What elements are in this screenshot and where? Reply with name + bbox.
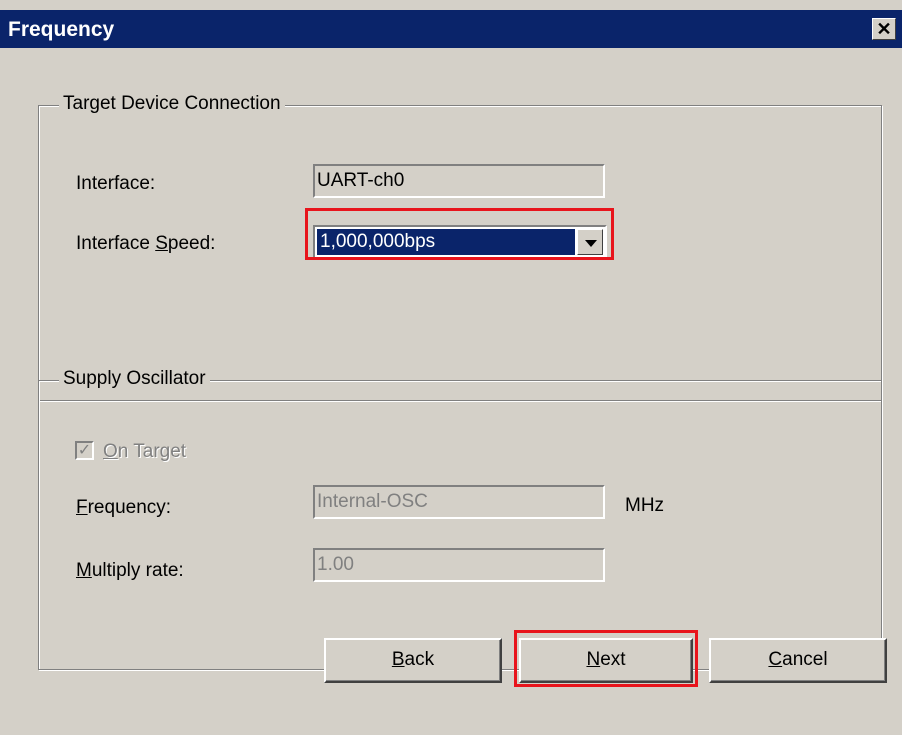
- speed-label-mnemonic: S: [155, 233, 168, 254]
- multiply-mnemonic: M: [76, 560, 92, 581]
- frequency-rest: requency:: [87, 497, 172, 518]
- speed-label-post: peed:: [167, 233, 216, 254]
- next-highlight-box: [514, 630, 698, 687]
- back-mnemonic: B: [391, 649, 405, 670]
- dialog-body: Target Device Connection Interface: UART…: [0, 48, 902, 735]
- supply-oscillator-group: Supply Oscillator: [38, 368, 882, 670]
- frequency-field: Internal-OSC: [313, 485, 605, 519]
- cancel-rest: ancel: [782, 649, 828, 670]
- cancel-button[interactable]: Cancel: [709, 638, 887, 683]
- checkmark-icon: ✓: [77, 442, 92, 459]
- frequency-label: Frequency:: [76, 497, 171, 519]
- multiply-rate-label: Multiply rate:: [76, 560, 184, 582]
- interface-label: Interface:: [76, 173, 156, 194]
- title-bar: Frequency ✕: [0, 10, 902, 48]
- close-icon: ✕: [876, 19, 892, 39]
- frequency-dialog: Frequency ✕ Target Device Connection Int…: [0, 0, 902, 735]
- on-target-label: On Target: [103, 441, 186, 463]
- oscillator-group-legend: Supply Oscillator: [59, 368, 210, 390]
- close-button[interactable]: ✕: [872, 18, 896, 40]
- speed-highlight-box: [305, 208, 614, 260]
- back-rest: ack: [404, 649, 435, 670]
- interface-speed-label: Interface Speed:: [76, 233, 215, 255]
- cancel-mnemonic: C: [768, 649, 783, 670]
- interface-field: UART-ch0: [313, 164, 605, 198]
- back-button[interactable]: Back: [324, 638, 502, 683]
- target-group-legend: Target Device Connection: [59, 93, 285, 115]
- frequency-mnemonic: F: [76, 497, 88, 518]
- multiply-rate-field: 1.00: [313, 548, 605, 582]
- on-target-mnemonic: O: [103, 441, 118, 462]
- speed-label-pre: Interface: [76, 233, 156, 254]
- multiply-rest: ultiply rate:: [91, 560, 184, 581]
- dialog-title: Frequency: [8, 18, 115, 41]
- frequency-unit-label: MHz: [625, 495, 665, 516]
- on-target-rest: n Target: [117, 441, 187, 462]
- on-target-checkbox[interactable]: ✓: [75, 441, 94, 460]
